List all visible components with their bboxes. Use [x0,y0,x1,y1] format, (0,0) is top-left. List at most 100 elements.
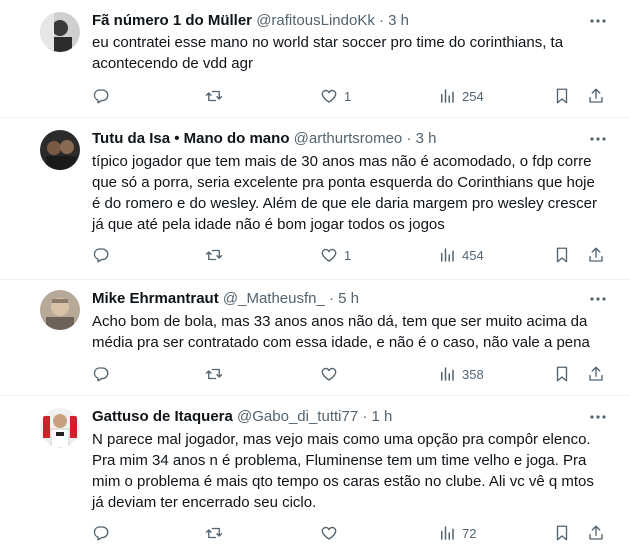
tweet-text-line: já que até pela idade não é bom jogar to… [92,216,445,233]
user-handle[interactable]: @arthurtsromeo [294,130,403,147]
tweet[interactable]: Mike Ehrmantraut @_Matheusfn_ · 5 h Acho… [0,280,630,396]
user-handle[interactable]: @rafitousLindoKk [256,12,375,29]
tweet[interactable]: Gattuso de Itaquera @Gabo_di_tutti77 · 1… [0,396,630,559]
share-button[interactable] [587,523,605,543]
bookmark-button[interactable] [553,86,571,106]
share-icon [587,87,605,105]
retweet-button[interactable] [205,86,223,106]
action-bar: 1 454 [92,245,612,265]
heart-icon [320,87,338,105]
display-name[interactable]: Gattuso de Itaquera [92,408,233,425]
reply-button[interactable] [92,245,110,265]
views-button[interactable]: 72 [438,523,476,543]
tweet-text-line: mim o problema é mais qto tempo os caras… [92,473,594,490]
views-icon [438,87,456,105]
view-count: 72 [462,525,477,541]
like-button[interactable] [320,523,344,543]
tweet-text-line: que só a porra, seria excelente pra pont… [92,174,595,191]
like-button[interactable] [320,364,344,384]
timestamp[interactable]: 5 h [338,290,359,307]
timeline: Fã número 1 do Müller @rafitousLindoKk ·… [0,0,630,559]
retweet-icon [205,365,223,383]
retweet-icon [205,524,223,542]
display-name[interactable]: Tutu da Isa • Mano do mano [92,130,289,147]
tweet-text-line: Pra mim 34 anos n é problema, Fluminense… [92,452,587,469]
views-button[interactable]: 454 [438,245,484,265]
reply-button[interactable] [92,86,110,106]
tweet[interactable]: Tutu da Isa • Mano do mano @arthurtsrome… [0,118,630,280]
like-button[interactable]: 1 [320,245,351,265]
separator-dot: · [362,408,368,425]
like-count: 1 [344,88,352,104]
tweet-header: Mike Ehrmantraut @_Matheusfn_ · 5 h [92,289,359,309]
tweet-text-line: acontecendo de vdd agr [92,55,253,72]
tweet-text: N parece mal jogador, mas vejo mais como… [92,429,612,513]
share-button[interactable] [587,86,605,106]
views-icon [438,246,456,264]
bookmark-icon [553,87,571,105]
action-bar: 358 [92,364,612,384]
tweet-text: Acho bom de bola, mas 33 anos anos não d… [92,311,612,353]
tweet-text-line: eu contratei esse mano no world star soc… [92,34,564,51]
retweet-icon [205,246,223,264]
avatar[interactable] [40,290,80,330]
views-button[interactable]: 358 [438,364,484,384]
display-name[interactable]: Fã número 1 do Müller [92,12,252,29]
timestamp[interactable]: 3 h [416,130,437,147]
more-icon[interactable] [588,129,608,149]
retweet-button[interactable] [205,245,223,265]
avatar[interactable] [40,130,80,170]
timestamp[interactable]: 3 h [388,12,409,29]
bookmark-icon [553,365,571,383]
avatar[interactable] [40,408,80,448]
tweet-text-line: N parece mal jogador, mas vejo mais como… [92,431,591,448]
like-count: 1 [344,247,352,263]
tweet-text-line: é do romero e do wesley. Além de que ele… [92,195,597,212]
bookmark-icon [553,246,571,264]
action-bar: 72 [92,523,612,543]
tweet[interactable]: Fã número 1 do Müller @rafitousLindoKk ·… [0,0,630,118]
share-icon [587,365,605,383]
bookmark-icon [553,524,571,542]
reply-icon [92,365,110,383]
share-button[interactable] [587,245,605,265]
tweet-text-line: típico jogador que tem mais de 30 anos m… [92,153,592,170]
tweet-header: Gattuso de Itaquera @Gabo_di_tutti77 · 1… [92,407,392,427]
tweet-text-line: já deviam ter encerrado seu ciclo. [92,494,317,511]
retweet-button[interactable] [205,364,223,384]
share-icon [587,246,605,264]
bookmark-button[interactable] [553,523,571,543]
tweet-text: típico jogador que tem mais de 30 anos m… [92,151,612,235]
tweet-text-line: média pra ser contratado com essa idade,… [92,334,590,351]
view-count: 454 [462,247,484,263]
avatar[interactable] [40,12,80,52]
separator-dot: · [329,290,334,307]
reply-button[interactable] [92,523,110,543]
bookmark-button[interactable] [553,245,571,265]
heart-icon [320,246,338,264]
more-icon[interactable] [588,407,608,427]
user-handle[interactable]: @Gabo_di_tutti77 [237,408,358,425]
timestamp[interactable]: 1 h [372,408,393,425]
reply-button[interactable] [92,364,110,384]
display-name[interactable]: Mike Ehrmantraut [92,290,219,307]
heart-icon [320,524,338,542]
like-button[interactable]: 1 [320,86,351,106]
bookmark-button[interactable] [553,364,571,384]
view-count: 358 [462,366,484,382]
tweet-text: eu contratei esse mano no world star soc… [92,32,612,74]
user-handle[interactable]: @_Matheusfn_ [223,290,325,307]
more-icon[interactable] [588,289,608,309]
more-icon[interactable] [588,11,608,31]
action-bar: 1 254 [92,86,612,106]
reply-icon [92,524,110,542]
reply-icon [92,246,110,264]
views-icon [438,524,456,542]
views-icon [438,365,456,383]
views-button[interactable]: 254 [438,86,484,106]
retweet-button[interactable] [205,523,223,543]
share-icon [587,524,605,542]
share-button[interactable] [587,364,605,384]
tweet-header: Fã número 1 do Müller @rafitousLindoKk ·… [92,11,409,31]
reply-icon [92,87,110,105]
